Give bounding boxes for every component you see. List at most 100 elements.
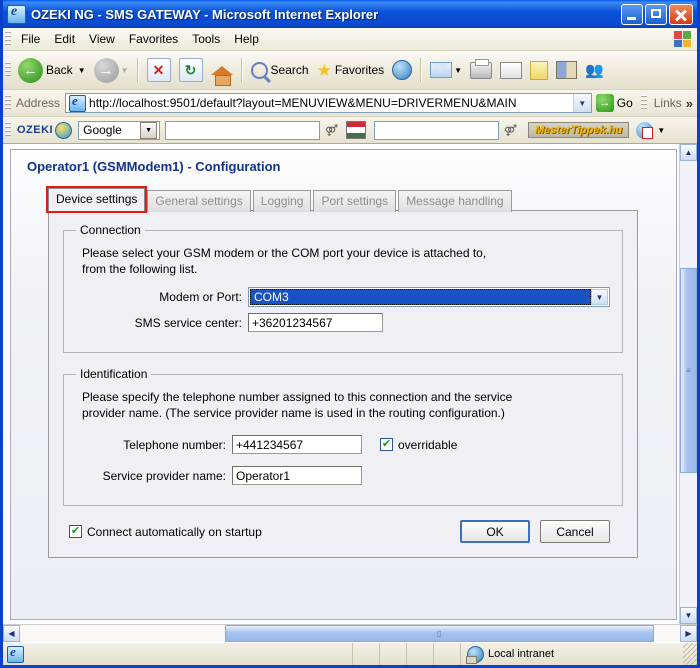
search-button[interactable]: Search [247, 52, 313, 88]
edit-button[interactable] [496, 52, 526, 88]
menu-item-file[interactable]: File [14, 30, 47, 48]
autoconnect-checkbox-row[interactable]: Connect automatically on startup [69, 525, 262, 539]
refresh-icon: ↻ [178, 58, 203, 82]
maximize-button[interactable] [645, 3, 667, 25]
notes-button[interactable] [526, 52, 552, 88]
toolbar-overflow-icon[interactable]: » [686, 96, 697, 111]
tab-panel-device-settings: Connection Please select your GSM modem … [48, 210, 638, 558]
security-zone-label: Local intranet [488, 648, 555, 660]
horizontal-scrollbar[interactable]: ◀ ▯ ▶ [3, 624, 697, 642]
menu-item-tools[interactable]: Tools [185, 30, 227, 48]
menu-item-edit[interactable]: Edit [47, 30, 82, 48]
forward-dropdown-icon[interactable]: ▼ [121, 66, 129, 75]
tab-device-settings[interactable]: Device settings [45, 186, 148, 213]
go-button[interactable]: → Go [595, 94, 639, 112]
phone-input[interactable]: +441234567 [232, 435, 362, 454]
scroll-right-button[interactable]: ▶ [680, 625, 697, 642]
research-button[interactable] [552, 52, 581, 88]
mail-dropdown-icon[interactable]: ▼ [454, 66, 462, 75]
vertical-scroll-thumb[interactable]: ≡ [680, 268, 697, 474]
messenger-button[interactable]: 👥 [581, 52, 608, 88]
modem-label: Modem or Port: [159, 290, 242, 304]
favorites-button[interactable]: ★ Favorites [313, 52, 389, 88]
ozeki-search-input[interactable] [165, 120, 321, 140]
ozeki-globe-icon [55, 121, 73, 139]
binoculars-icon[interactable]: ⚤ [320, 124, 343, 137]
messenger-icon: 👥 [585, 62, 604, 79]
scroll-left-button[interactable]: ◀ [3, 625, 20, 642]
toolbar-gripper-icon[interactable] [5, 62, 11, 78]
research-icon [556, 61, 578, 79]
status-bar: Local intranet [3, 642, 697, 665]
resize-grip-icon[interactable] [683, 643, 697, 665]
scroll-down-button[interactable]: ▼ [680, 607, 697, 624]
overridable-checkbox-row[interactable]: overridable [380, 438, 457, 452]
page-icon [69, 93, 87, 112]
horizontal-scroll-thumb[interactable]: ▯ [224, 625, 654, 642]
checkbox-checked-icon[interactable] [69, 525, 82, 538]
binoculars-icon-2[interactable]: ⚤ [499, 124, 522, 137]
security-zone[interactable]: Local intranet [460, 643, 683, 665]
window-title: OZEKI NG - SMS GATEWAY - Microsoft Inter… [31, 6, 379, 22]
autoconnect-label: Connect automatically on startup [87, 524, 262, 539]
stop-button[interactable]: ✕ [143, 52, 175, 88]
media-button[interactable] [388, 52, 416, 88]
scroll-up-button[interactable]: ▲ [680, 144, 697, 161]
tab-port-settings[interactable]: Port settings [313, 190, 397, 212]
printer-icon [470, 58, 493, 79]
status-cell-3 [406, 643, 433, 665]
refresh-button[interactable]: ↻ [175, 52, 207, 88]
links-label[interactable]: Links [650, 96, 686, 110]
menu-item-favorites[interactable]: Favorites [122, 30, 185, 48]
search-engine-select[interactable]: Google ▼ [78, 120, 161, 140]
content-area: Operator1 (GSMModem1) - Configuration De… [3, 144, 697, 624]
dialog-buttons: OK Cancel [460, 520, 610, 543]
address-dropdown-icon[interactable]: ▼ [572, 94, 591, 112]
ozeki-search-input-2[interactable] [374, 120, 500, 140]
ozeki-gripper-icon[interactable] [5, 122, 11, 138]
smsc-input[interactable]: +36201234567 [248, 313, 383, 332]
vertical-scroll-track[interactable]: ≡ [680, 161, 697, 607]
pdf-dropdown-icon[interactable]: ▼ [657, 126, 665, 135]
chevron-down-icon[interactable]: ▼ [140, 121, 158, 139]
config-panel: Operator1 (GSMModem1) - Configuration De… [10, 149, 677, 620]
connection-group: Connection Please select your GSM modem … [63, 223, 623, 353]
tab-bar: Device settings General settings Logging… [23, 186, 664, 213]
tab-general-settings[interactable]: General settings [147, 190, 251, 212]
horizontal-scroll-track[interactable]: ▯ [20, 625, 680, 642]
checkbox-checked-icon[interactable] [380, 438, 393, 451]
links-gripper-icon[interactable] [640, 95, 647, 111]
chevron-down-icon[interactable]: ▼ [591, 289, 608, 305]
close-button[interactable] [669, 3, 693, 25]
menu-gripper-icon[interactable] [5, 31, 11, 47]
ok-button[interactable]: OK [460, 520, 530, 543]
print-button[interactable] [466, 52, 496, 88]
address-gripper-icon[interactable] [5, 95, 11, 111]
search-icon [250, 61, 268, 79]
identification-legend: Identification [80, 367, 148, 381]
address-url-text: http://localhost:9501/default?layout=MEN… [89, 96, 517, 110]
back-dropdown-icon[interactable]: ▼ [78, 66, 86, 75]
pdf-icon[interactable] [636, 121, 654, 139]
back-label: Back [46, 63, 73, 77]
modem-select[interactable]: COM3 ▼ [248, 287, 610, 307]
hungarian-flag-icon[interactable] [346, 121, 367, 139]
menu-item-view[interactable]: View [82, 30, 122, 48]
smsc-label: SMS service center: [134, 315, 242, 330]
mail-button[interactable]: ▼ [426, 52, 466, 88]
home-button[interactable] [207, 52, 237, 88]
provider-input[interactable]: Operator1 [232, 466, 362, 485]
connection-description: Please select your GSM modem or the COM … [82, 245, 610, 277]
cancel-button[interactable]: Cancel [540, 520, 610, 543]
minimize-button[interactable] [621, 3, 643, 25]
status-cell-1 [352, 643, 379, 665]
vertical-scrollbar[interactable]: ▲ ≡ ▼ [679, 144, 697, 624]
page-body: Operator1 (GSMModem1) - Configuration De… [3, 144, 679, 624]
tab-logging[interactable]: Logging [252, 190, 312, 212]
address-input[interactable]: http://localhost:9501/default?layout=MEN… [65, 93, 592, 113]
partner-logo-label[interactable]: MesterTippek.hu [528, 122, 630, 138]
menu-item-help[interactable]: Help [227, 30, 266, 48]
tab-message-handling[interactable]: Message handling [398, 190, 512, 212]
forward-button[interactable]: → ▼ [90, 52, 133, 88]
back-button[interactable]: ← Back ▼ [14, 52, 90, 88]
